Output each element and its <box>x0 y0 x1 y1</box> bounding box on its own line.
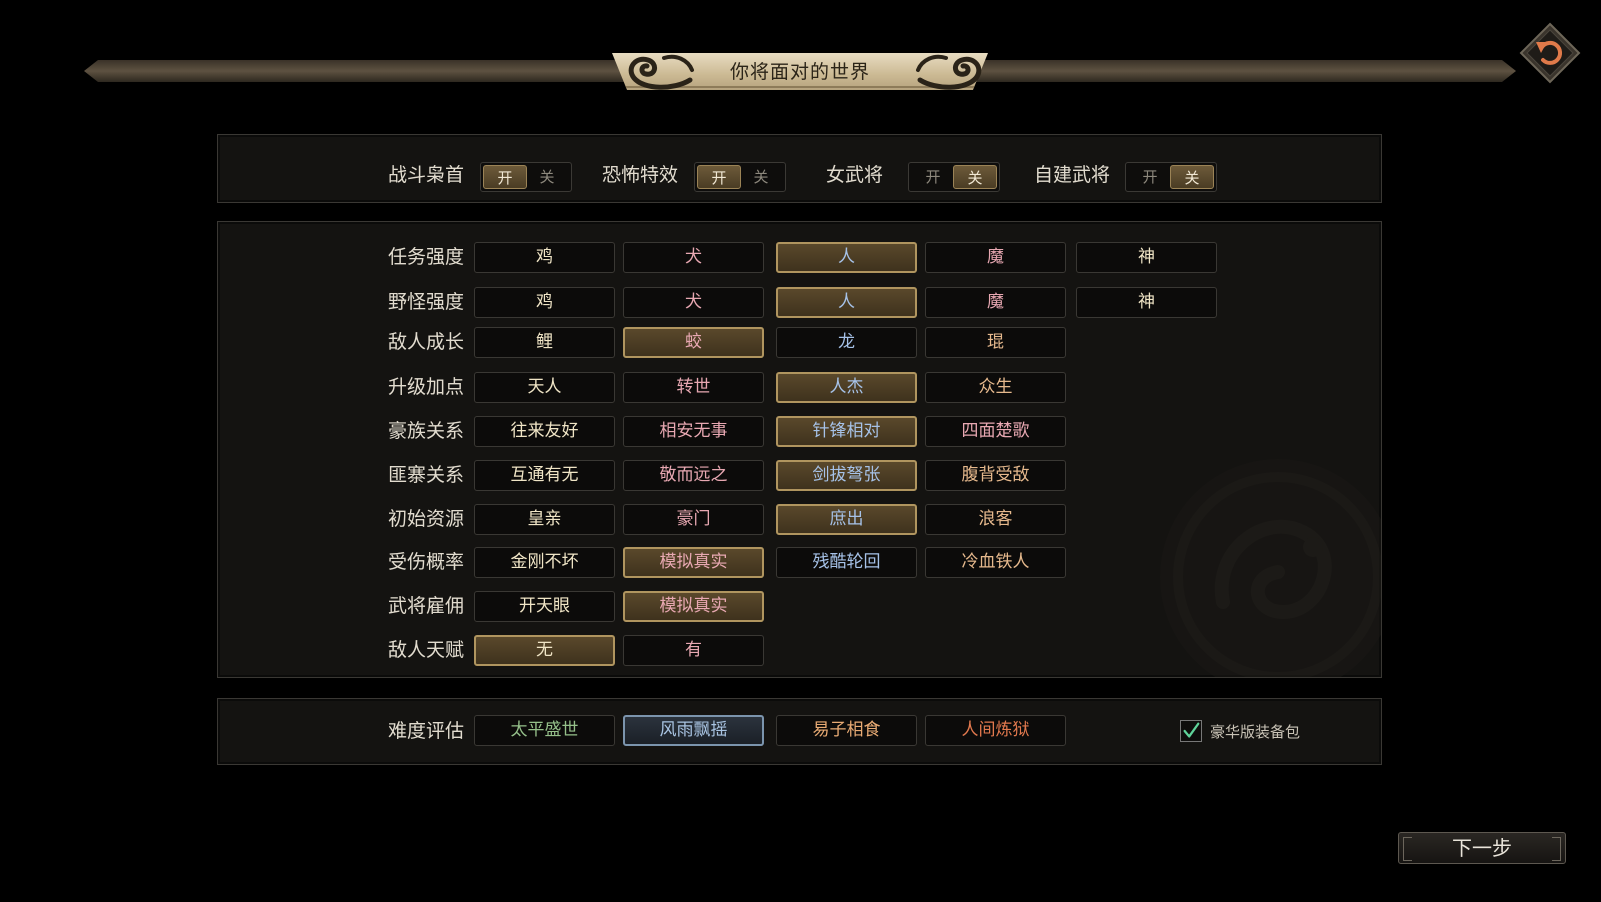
setting-option-button[interactable]: 人 <box>776 242 917 273</box>
world-settings-panel: 任务强度鸡犬人魔神野怪强度鸡犬人魔神敌人成长鲤蛟龙琨升级加点 天人 转世 人杰 众生 豪族… <box>217 221 1382 678</box>
setting-option-button[interactable]: 神 <box>1076 287 1217 318</box>
horror-effects-toggle: 开 关 <box>694 162 786 192</box>
setting-option-button[interactable]: 残酷轮回 <box>776 547 917 578</box>
female-generals-toggle: 开 关 <box>908 162 1000 192</box>
setting-option-button[interactable]: 鸡 <box>474 242 615 273</box>
setting-option-button[interactable]: 冷血铁人 <box>925 547 1066 578</box>
deluxe-pack-label: 豪华版装备包 <box>1210 723 1301 741</box>
setting-option-button[interactable]: 敬而远之 <box>623 460 764 491</box>
setting-option-button[interactable]: 模拟真实 <box>623 547 764 578</box>
toggles-panel: 战斗枭首 开 关 恐怖特效 开 关 女武将 开 关 自建武将 开 关 <box>217 134 1382 203</box>
setting-option-button[interactable]: 往来友好 <box>474 416 615 447</box>
setting-option-button[interactable]: 人杰 <box>776 372 917 403</box>
difficulty-option-button[interactable]: 太平盛世 <box>474 715 615 746</box>
custom-generals-toggle: 开 关 <box>1125 162 1217 192</box>
setting-option-button[interactable]: 庶出 <box>776 504 917 535</box>
horror-effects-off-option[interactable]: 关 <box>739 165 783 189</box>
setting-option-button[interactable]: 鲤 <box>474 327 615 358</box>
setting-option-button[interactable]: 犬 <box>623 287 764 318</box>
horror-effects-on-option[interactable]: 开 <box>697 165 741 189</box>
setting-option-button[interactable]: 魔 <box>925 287 1066 318</box>
difficulty-panel: 难度评估 太平盛世 风雨飘摇 易子相食 人间炼狱 豪华版装备包 <box>217 698 1382 765</box>
setting-option-button[interactable]: 腹背受敌 <box>925 460 1066 491</box>
dragon-seal-watermark-icon <box>1160 459 1381 677</box>
setting-option-button[interactable]: 豪门 <box>623 504 764 535</box>
custom-generals-off-option[interactable]: 关 <box>1170 165 1214 189</box>
setting-option-button[interactable]: 蛟 <box>623 327 764 358</box>
toggle-label-custom-generals: 自建武将 <box>1034 164 1111 186</box>
cloud-ornament-left-icon <box>628 54 694 90</box>
setting-label: 任务强度 <box>388 246 465 268</box>
page-title: 你将面对的世界 <box>729 61 870 83</box>
cloud-ornament-right-icon <box>916 54 982 90</box>
difficulty-option-button[interactable]: 易子相食 <box>776 715 917 746</box>
setting-option-button[interactable]: 皇亲 <box>474 504 615 535</box>
difficulty-option-button[interactable]: 风雨飘摇 <box>623 715 764 746</box>
setting-option-button[interactable]: 有 <box>623 635 764 666</box>
toggle-label-beheading: 战斗枭首 <box>388 164 465 186</box>
setting-option-button[interactable]: 剑拔弩张 <box>776 460 917 491</box>
toggle-label-horror-effects: 恐怖特效 <box>602 164 679 186</box>
toggle-label-female-generals: 女武将 <box>826 164 884 186</box>
setting-option-button[interactable]: 互通有无 <box>474 460 615 491</box>
custom-generals-on-option[interactable]: 开 <box>1128 165 1172 189</box>
setting-label: 武将雇佣 <box>388 595 465 617</box>
setting-option-button[interactable]: 针锋相对 <box>776 416 917 447</box>
setting-option-button[interactable]: 转世 <box>623 372 764 403</box>
setting-option-button[interactable]: 犬 <box>623 242 764 273</box>
difficulty-label: 难度评估 <box>388 720 465 742</box>
deluxe-pack-checkbox[interactable] <box>1180 720 1202 742</box>
setting-option-button[interactable]: 金刚不坏 <box>474 547 615 578</box>
setting-label: 敌人天赋 <box>388 639 465 661</box>
setting-option-button[interactable]: 鸡 <box>474 287 615 318</box>
back-button[interactable] <box>1519 22 1581 84</box>
setting-label: 升级加点 <box>388 376 465 398</box>
setting-option-button[interactable]: 众生 <box>925 372 1066 403</box>
female-generals-on-option[interactable]: 开 <box>911 165 955 189</box>
beheading-off-option[interactable]: 关 <box>525 165 569 189</box>
difficulty-option-button[interactable]: 人间炼狱 <box>925 715 1066 746</box>
setting-option-button[interactable]: 四面楚歌 <box>925 416 1066 447</box>
setting-label: 敌人成长 <box>388 331 465 353</box>
setting-option-button[interactable]: 人 <box>776 287 917 318</box>
setting-option-button[interactable]: 神 <box>1076 242 1217 273</box>
setting-option-button[interactable]: 魔 <box>925 242 1066 273</box>
setting-option-button[interactable]: 相安无事 <box>623 416 764 447</box>
setting-label: 受伤概率 <box>388 551 465 573</box>
check-icon <box>1183 722 1200 738</box>
beheading-on-option[interactable]: 开 <box>483 165 527 189</box>
setting-option-button[interactable]: 开天眼 <box>474 591 615 622</box>
setting-option-button[interactable]: 天人 <box>474 372 615 403</box>
setting-label: 豪族关系 <box>388 420 465 442</box>
setting-option-button[interactable]: 琨 <box>925 327 1066 358</box>
setting-label: 初始资源 <box>388 508 465 530</box>
setting-option-button[interactable]: 浪客 <box>925 504 1066 535</box>
game-screen: 你将面对的世界 战斗枭首 开 关 恐怖特效 开 关 女武将 开 关 自建武将 开… <box>0 0 1601 902</box>
setting-option-button[interactable]: 模拟真实 <box>623 591 764 622</box>
setting-option-button[interactable]: 龙 <box>776 327 917 358</box>
female-generals-off-option[interactable]: 关 <box>953 165 997 189</box>
beheading-toggle: 开 关 <box>480 162 572 192</box>
setting-label: 野怪强度 <box>388 291 465 313</box>
next-step-button[interactable]: 下一步 <box>1398 832 1566 864</box>
setting-option-button[interactable]: 无 <box>474 635 615 666</box>
setting-label: 匪寨关系 <box>388 464 465 486</box>
